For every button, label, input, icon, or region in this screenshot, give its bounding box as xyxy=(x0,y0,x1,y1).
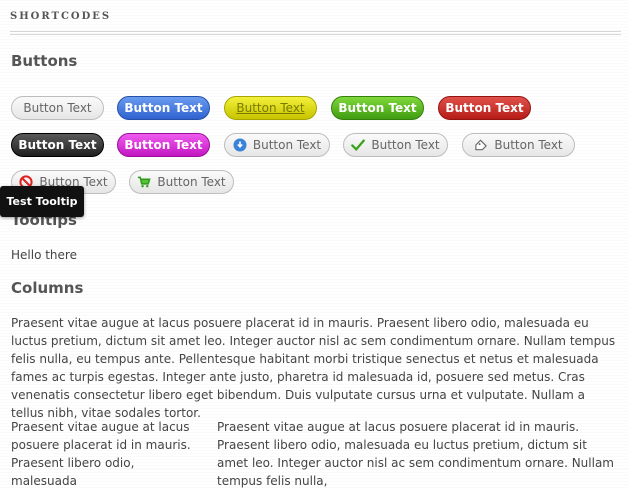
buttons-heading: Buttons xyxy=(11,52,78,70)
button-label: Button Text xyxy=(124,101,203,115)
divider-bottom xyxy=(10,34,621,35)
tooltip: Test Tooltip xyxy=(0,186,84,217)
button-magenta[interactable]: Button Text xyxy=(117,133,210,157)
full-width-paragraph: Praesent vitae augue at lacus posuere pl… xyxy=(11,316,616,420)
tag-icon xyxy=(474,138,488,152)
button-label: Button Text xyxy=(445,101,524,115)
cart-icon xyxy=(137,175,151,189)
button-label: Button Text xyxy=(124,138,203,152)
button-label: Button Text xyxy=(18,138,97,152)
column-right-paragraph: Praesent vitae augue at lacus posuere pl… xyxy=(217,420,614,488)
check-icon xyxy=(351,138,366,152)
button-label: Button Text xyxy=(236,101,305,115)
divider-top xyxy=(10,31,621,32)
button-tag[interactable]: Button Text xyxy=(462,133,575,157)
section-title: SHORTCODES xyxy=(10,11,112,22)
button-check[interactable]: Button Text xyxy=(343,133,448,157)
button-info[interactable]: Button Text xyxy=(224,133,330,157)
button-label: Button Text xyxy=(157,175,226,189)
button-label: Button Text xyxy=(338,101,417,115)
columns-heading: Columns xyxy=(11,279,84,297)
button-yellow[interactable]: Button Text xyxy=(224,96,317,120)
button-label: Button Text xyxy=(23,101,92,115)
button-red[interactable]: Button Text xyxy=(438,96,531,120)
button-label: Button Text xyxy=(494,138,563,152)
button-green[interactable]: Button Text xyxy=(331,96,424,120)
info-icon xyxy=(233,138,247,152)
column-left-paragraph: Praesent vitae augue at lacus posuere pl… xyxy=(11,420,191,488)
button-cart[interactable]: Button Text xyxy=(129,170,234,194)
button-label: Button Text xyxy=(252,138,322,152)
tooltip-trigger-text[interactable]: Hello there xyxy=(11,246,77,264)
button-default[interactable]: Button Text xyxy=(11,96,104,120)
button-blue[interactable]: Button Text xyxy=(117,96,210,120)
button-black[interactable]: Button Text xyxy=(11,133,104,157)
button-label: Button Text xyxy=(371,138,440,152)
